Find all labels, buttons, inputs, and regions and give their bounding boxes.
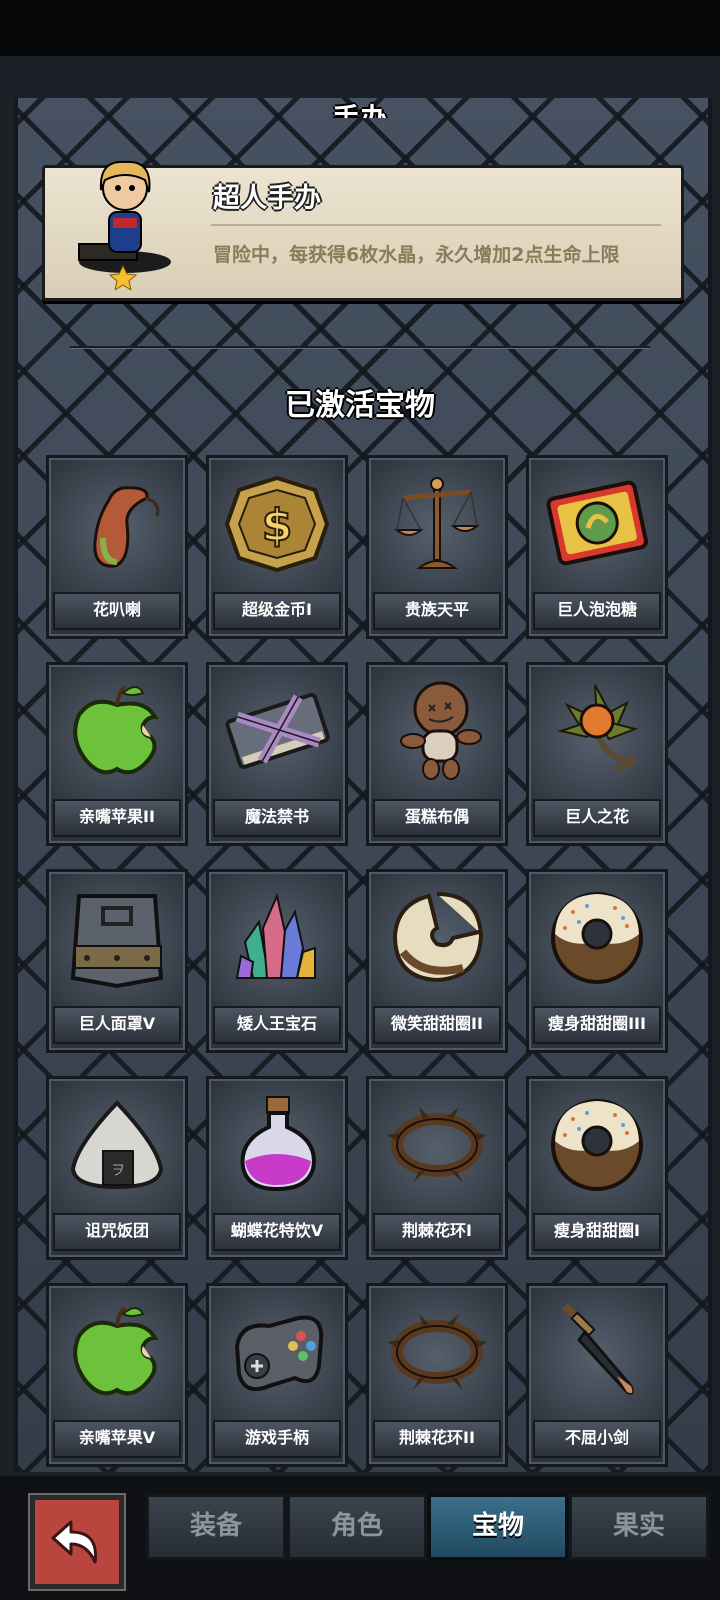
treasure-item[interactable]: 瘦身甜甜圈I [526,1076,668,1260]
treasure-item-label: 不屈小剑 [533,1420,661,1458]
tab-character[interactable]: 角色 [287,1494,427,1560]
svg-text:ヲ: ヲ [111,1163,125,1179]
treasure-item-label: 游戏手柄 [213,1420,341,1458]
treasure-item-label: 魔法禁书 [213,799,341,837]
back-arrow-icon [51,1520,97,1564]
treasure-item[interactable]: 荆棘花环II [366,1283,508,1467]
pitcher-plant-icon [93,486,160,568]
smile-donut-icon [392,892,484,983]
short-sword-icon [562,1303,634,1395]
treasure-item[interactable]: 魔法禁书 [206,662,348,846]
green-apple-icon [73,1306,159,1396]
treasure-item-label: 贵族天平 [373,592,501,630]
crystals-icon [235,892,316,979]
figurine-description: 冒险中，每获得6枚水晶，永久增加2点生命上限 [213,244,620,266]
bubble-gum-icon [546,480,648,566]
green-apple-icon [73,685,159,775]
thorn-wreath-icon [387,1107,487,1183]
treasure-item-label: 亲嘴苹果V [53,1420,181,1458]
treasure-item[interactable]: 亲嘴苹果V [46,1283,188,1467]
treasure-item-label: 蝴蝶花特饮V [213,1213,341,1251]
treasure-item[interactable]: 微笑甜甜圈II [366,869,508,1053]
voodoo-doll-icon [400,681,482,780]
gamepad-icon [234,1315,324,1391]
thorn-wreath-icon [387,1314,487,1390]
treasure-item-label: 巨人泡泡糖 [533,592,661,630]
donut-icon [551,892,643,984]
treasure-item[interactable]: $ 超级金币I [206,455,348,639]
treasure-item[interactable]: 矮人王宝石 [206,869,348,1053]
forbidden-book-icon [225,692,330,769]
treasure-item-label: 瘦身甜甜圈III [533,1006,661,1044]
treasure-item[interactable]: 蛋糕布偶 [366,662,508,846]
back-button[interactable] [28,1493,126,1591]
superhero-figurine-icon [78,160,171,290]
treasure-item-label: 花叭喇 [53,592,181,630]
rice-ball-icon: ヲ [70,1100,164,1190]
treasure-item-label: 矮人王宝石 [213,1006,341,1044]
treasure-item-label: 超级金币I [213,592,341,630]
activated-treasures-title: 已激活宝物 [285,388,435,423]
treasure-item-label: 蛋糕布偶 [373,799,501,837]
treasure-item-label: 荆棘花环I [373,1213,501,1251]
treasure-item-label: 瘦身甜甜圈I [533,1213,661,1251]
figure-section-title: 手办 [0,92,720,118]
tab-equipment[interactable]: 装备 [146,1494,286,1560]
donut-icon [551,1099,643,1191]
treasure-item[interactable]: ヲ诅咒饭团 [46,1076,188,1260]
svg-text:$: $ [262,500,293,551]
treasure-item[interactable]: 蝴蝶花特饮V [206,1076,348,1260]
treasure-item[interactable]: 贵族天平 [366,455,508,639]
potion-icon [240,1096,316,1192]
figurine-card[interactable]: 超人手办 冒险中，每获得6枚水晶，永久增加2点生命上限 [42,160,684,301]
tab-fruit[interactable]: 果实 [569,1494,709,1560]
treasure-item[interactable]: 花叭喇 [46,455,188,639]
tab-treasure[interactable]: 宝物 [428,1494,568,1560]
treasure-item-label: 荆棘花环II [373,1420,501,1458]
card-divider [211,224,661,226]
treasure-item-label: 巨人之花 [533,799,661,837]
treasure-item[interactable]: 巨人面罩V [46,869,188,1053]
treasure-item[interactable]: 亲嘴苹果II [46,662,188,846]
figurine-name: 超人手办 [213,183,321,214]
treasure-item-label: 微笑甜甜圈II [373,1006,501,1044]
treasure-item-label: 诅咒饭团 [53,1213,181,1251]
treasure-item[interactable]: 游戏手柄 [206,1283,348,1467]
giant-flower-icon [557,684,639,771]
gold-coin-icon: $ [224,475,330,573]
treasure-item[interactable]: 不屈小剑 [526,1283,668,1467]
treasure-item[interactable]: 瘦身甜甜圈III [526,869,668,1053]
treasure-item-label: 亲嘴苹果II [53,799,181,837]
treasure-item-label: 巨人面罩V [53,1006,181,1044]
treasure-item[interactable]: 巨人之花 [526,662,668,846]
treasure-item[interactable]: 巨人泡泡糖 [526,455,668,639]
iron-mask-icon [70,894,164,989]
treasure-item[interactable]: 荆棘花环I [366,1076,508,1260]
section-divider [70,346,650,348]
balance-scale-icon [394,477,480,569]
status-bar [0,0,720,56]
